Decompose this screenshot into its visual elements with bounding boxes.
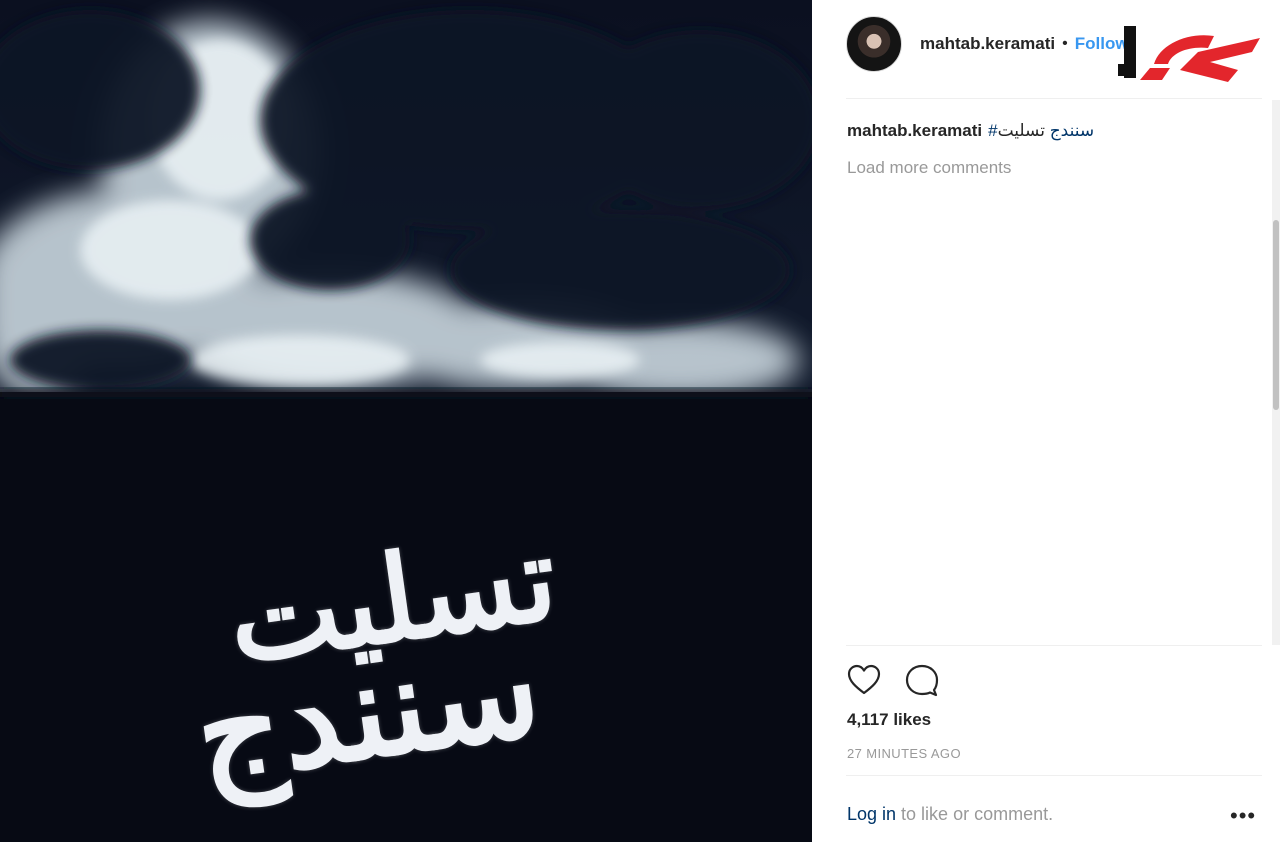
header-separator: •: [1062, 35, 1068, 52]
comment-icon[interactable]: [904, 662, 940, 698]
login-prompt-text: to like or comment.: [896, 804, 1054, 824]
divider: [846, 775, 1262, 776]
comments-scrollbar[interactable]: [1272, 100, 1280, 645]
caption-text: تسلیت: [997, 121, 1045, 140]
divider: [846, 645, 1262, 646]
divider: [846, 98, 1262, 99]
login-prompt: Log in to like or comment.: [847, 804, 1053, 825]
likes-count[interactable]: 4,117 likes: [847, 710, 931, 730]
more-options-icon[interactable]: •••: [1230, 803, 1256, 829]
login-link[interactable]: Log in: [847, 804, 896, 824]
scrollbar-thumb[interactable]: [1273, 220, 1279, 410]
post-actions: [846, 660, 940, 700]
post-timestamp[interactable]: 27 MINUTES AGO: [847, 746, 961, 761]
post-sidebar: mahtab.keramati • Follow mahtab.keramati…: [812, 0, 1280, 842]
heart-icon[interactable]: [846, 662, 882, 698]
caption-username[interactable]: mahtab.keramati: [847, 121, 982, 140]
load-more-comments-link[interactable]: Load more comments: [847, 158, 1011, 178]
post-caption: mahtab.keramati #سنندج تسلیت: [847, 121, 1094, 141]
post-image: تسلیت سنندج: [0, 0, 812, 842]
avatar[interactable]: [846, 16, 902, 72]
header-username[interactable]: mahtab.keramati: [920, 34, 1055, 54]
site-logo-watermark: [1118, 26, 1260, 82]
